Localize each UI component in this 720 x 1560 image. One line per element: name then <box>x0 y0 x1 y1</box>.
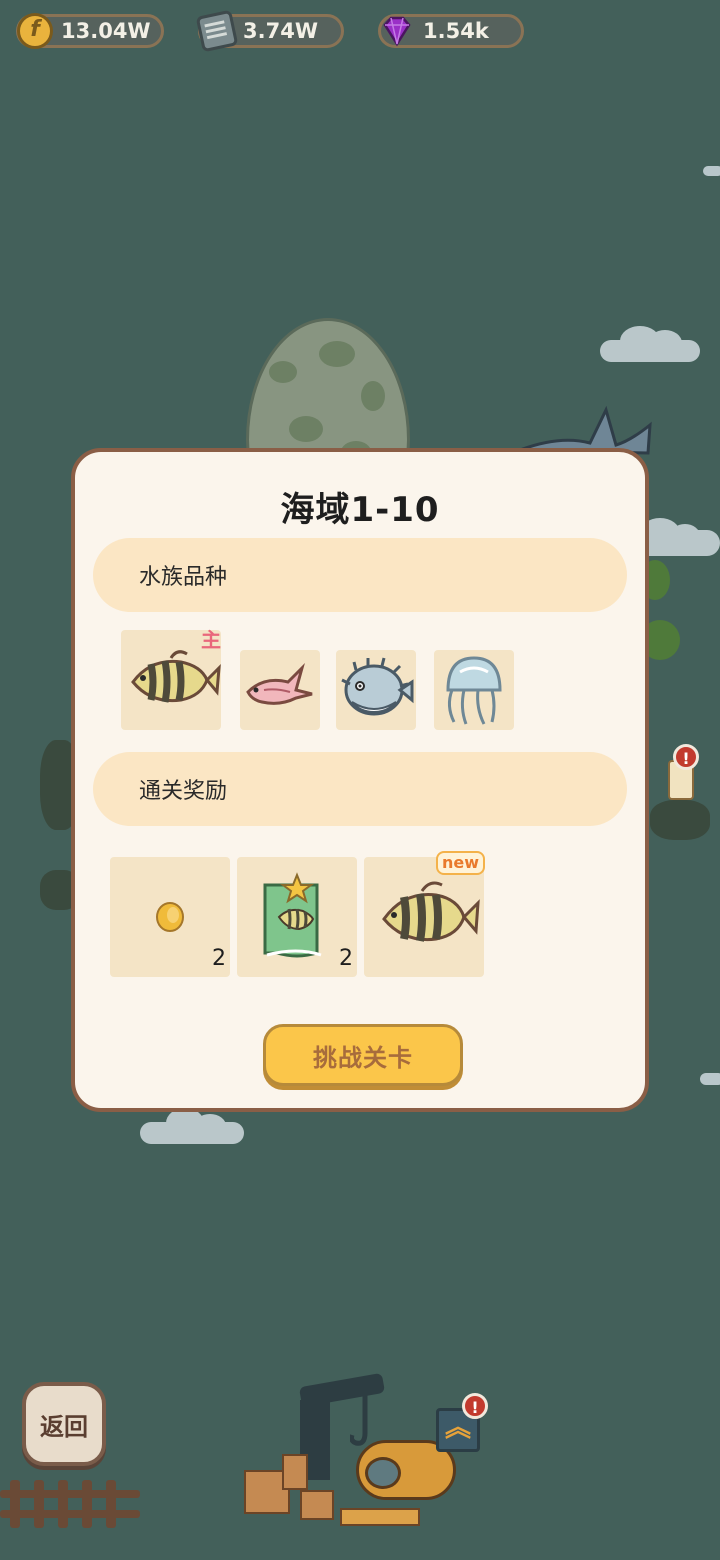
wooden-dock <box>0 1480 140 1540</box>
reward-count: 2 <box>212 946 226 971</box>
level-dialog: 海域1-10 水族品种 主 通关奖励 2 2 new 挑战关卡 <box>71 448 649 1112</box>
crane <box>298 1372 386 1408</box>
submarine <box>356 1440 456 1500</box>
crane-tower <box>300 1400 330 1480</box>
coin-counter[interactable]: f 13.04W <box>16 13 164 49</box>
gem-value: 1.54k <box>423 19 489 43</box>
crate <box>282 1454 308 1490</box>
species-slot[interactable] <box>336 650 416 730</box>
reward-slot[interactable]: 2 <box>237 857 357 977</box>
alert-badge: ! <box>462 1393 488 1419</box>
dialog-title: 海域1-10 <box>280 490 440 530</box>
new-badge: new <box>436 851 486 875</box>
jellyfish-icon <box>446 656 502 725</box>
island <box>650 800 710 840</box>
cloud <box>600 326 700 362</box>
gem-counter[interactable]: 1.54k <box>378 14 524 48</box>
cloud <box>703 166 720 176</box>
coin-icon: f <box>17 13 53 49</box>
cloud <box>140 1108 244 1144</box>
species-slot[interactable] <box>240 650 320 730</box>
reward-count: 2 <box>339 946 353 971</box>
striped-angelfish-icon <box>382 881 480 942</box>
book-value: 3.74W <box>243 19 318 43</box>
reward-section-header: 通关奖励 <box>93 752 627 826</box>
challenge-level-button[interactable]: 挑战关卡 <box>263 1024 463 1086</box>
coin-value: 13.04W <box>61 19 151 43</box>
main-badge: 主 <box>201 628 221 652</box>
reward-heading: 通关奖励 <box>139 779 228 804</box>
species-section-header: 水族品种 <box>93 538 627 612</box>
crate <box>300 1490 334 1520</box>
book-stack-icon <box>195 9 239 53</box>
crate <box>244 1470 290 1514</box>
species-slot[interactable] <box>434 650 514 730</box>
crane-hook-icon <box>350 1395 368 1446</box>
pink-fish-icon <box>246 662 313 705</box>
cloud <box>700 1073 720 1085</box>
crate <box>340 1508 420 1526</box>
species-heading: 水族品种 <box>139 565 228 590</box>
reward-slot[interactable]: new <box>364 851 486 977</box>
purple-gem-icon <box>379 13 415 49</box>
alert-badge: ! <box>673 744 699 770</box>
back-button[interactable]: 返回 <box>22 1382 106 1466</box>
reward-slot[interactable]: 2 <box>110 857 230 977</box>
book-counter[interactable]: 3.74W <box>195 9 344 53</box>
pufferfish-icon <box>341 657 414 716</box>
species-slot[interactable]: 主 <box>121 628 221 730</box>
